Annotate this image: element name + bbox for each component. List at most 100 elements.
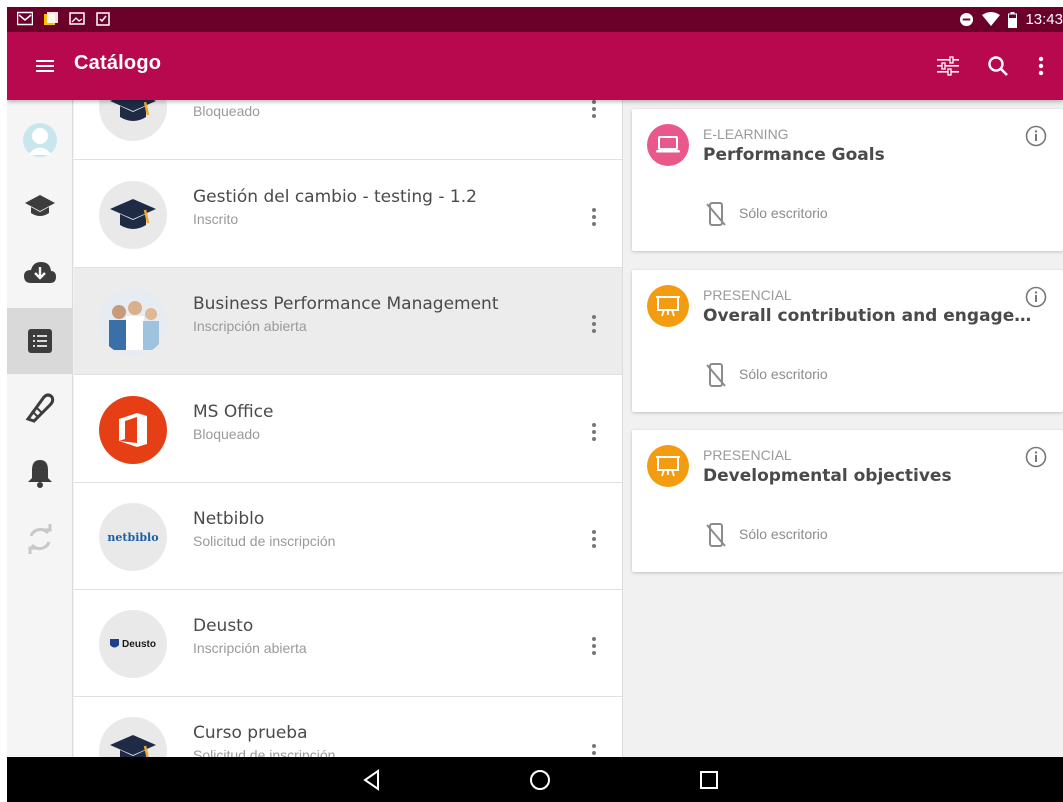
more-vert-icon[interactable] [590,207,598,227]
rail-item-notifications[interactable] [7,440,73,506]
list-item[interactable]: Deusto Deusto Inscripción abierta [74,590,622,697]
office-logo-icon [119,413,147,447]
rail-item-downloads[interactable] [7,239,73,305]
activity-card[interactable]: PRESENCIAL Developmental objectives Sólo… [632,430,1063,572]
netbiblo-logo: netbiblo [107,530,159,544]
course-name: MS Office [193,402,274,422]
system-nav-bar [7,757,1063,802]
status-bar: 13:43 [7,7,1063,32]
activity-type: E-LEARNING [703,126,789,142]
activity-title: Overall contribution and engagement [703,306,1033,326]
more-vert-icon[interactable] [1027,52,1055,80]
cloud-download-icon [24,262,56,283]
course-list: Bloqueado Gestión del cambio - testing -… [74,100,623,757]
list-item[interactable]: MS Office Bloqueado [74,376,622,483]
graduation-cap-icon [110,100,156,121]
graduation-cap-icon [110,199,156,229]
info-icon[interactable] [1025,446,1047,468]
activity-badge [647,124,689,166]
back-icon[interactable] [360,768,384,792]
certificate-icon [25,393,55,423]
list-item[interactable]: Gestión del cambio - testing - 1.2 Inscr… [74,161,622,268]
mobile-off-icon [706,363,726,387]
rail-item-profile[interactable] [7,107,73,173]
course-name: Curso prueba [193,723,308,743]
course-status: Solicitud de inscripción [193,747,336,757]
wifi-icon [982,12,1001,26]
activity-title: Performance Goals [703,145,885,165]
activity-badge [647,445,689,487]
mobile-off-icon [706,202,726,226]
course-name: Gestión del cambio - testing - 1.2 [193,187,477,207]
files-icon [44,12,58,25]
list-item[interactable]: netbiblo Netbiblo Solicitud de inscripci… [74,483,622,590]
page-title: Catálogo [74,52,162,74]
info-icon[interactable] [1025,125,1047,147]
image-icon [69,12,85,25]
list-item[interactable]: Curso prueba Solicitud de inscripción [74,697,622,757]
app-screen: 13:43 Catálogo Bloqueado Gestión del cam… [7,7,1063,802]
course-avatar [99,100,167,141]
graduation-cap-icon [25,195,55,216]
device-note: Sólo escritorio [739,366,828,382]
deusto-logo: Deusto [110,638,156,650]
course-avatar [99,717,167,757]
course-status: Inscrito [193,211,239,227]
mobile-off-icon [706,523,726,547]
app-bar: Catálogo [7,32,1063,100]
sync-icon [28,524,52,554]
search-icon[interactable] [984,52,1012,80]
course-avatar [99,181,167,249]
more-vert-icon[interactable] [590,743,598,757]
course-name: Deusto [193,616,254,636]
battery-icon [1008,11,1018,28]
people-photo-icon [99,288,167,356]
recents-icon[interactable] [697,768,721,792]
activity-card[interactable]: E-LEARNING Performance Goals Sólo escrit… [632,109,1063,251]
laptop-icon [656,136,680,153]
activity-title: Developmental objectives [703,466,952,486]
device-note: Sólo escritorio [739,526,828,542]
course-avatar: netbiblo [99,503,167,571]
shield-icon [110,638,120,647]
activity-type: PRESENCIAL [703,447,792,463]
course-status: Solicitud de inscripción [193,533,336,549]
course-avatar [99,288,167,356]
course-avatar: Deusto [99,610,167,678]
home-icon[interactable] [528,768,552,792]
course-status: Inscripción abierta [193,640,307,656]
rail-item-catalog[interactable] [7,308,73,374]
course-status: Bloqueado [193,426,260,442]
list-item[interactable]: Bloqueado [74,100,622,160]
menu-icon[interactable] [33,54,57,78]
more-vert-icon[interactable] [590,100,598,119]
course-status: Inscripción abierta [193,318,307,334]
device-note: Sólo escritorio [739,205,828,221]
more-vert-icon[interactable] [590,314,598,334]
course-status: Bloqueado [193,103,260,119]
rail-item-courses[interactable] [7,173,73,239]
course-name: Business Performance Management [193,294,499,314]
presentation-icon [656,456,680,477]
clipboard-check-icon [96,12,110,26]
more-vert-icon[interactable] [590,636,598,656]
activity-panel: E-LEARNING Performance Goals Sólo escrit… [624,100,1063,757]
dnd-icon [960,12,974,27]
course-avatar [99,396,167,464]
activity-type: PRESENCIAL [703,287,792,303]
gmail-icon [17,11,33,26]
rail-item-sync[interactable] [7,506,73,572]
info-icon[interactable] [1025,286,1047,308]
more-vert-icon[interactable] [590,422,598,442]
filter-icon[interactable] [934,52,962,80]
list-item[interactable]: Business Performance Management Inscripc… [74,268,622,375]
activity-card[interactable]: PRESENCIAL Overall contribution and enga… [632,270,1063,412]
navigation-rail [7,100,73,757]
catalog-list-icon [28,329,52,353]
graduation-cap-icon [110,735,156,757]
rail-item-certificates[interactable] [7,374,73,440]
course-name: Netbiblo [193,509,265,529]
more-vert-icon[interactable] [590,529,598,549]
presentation-icon [656,296,680,317]
bell-icon [28,460,52,488]
